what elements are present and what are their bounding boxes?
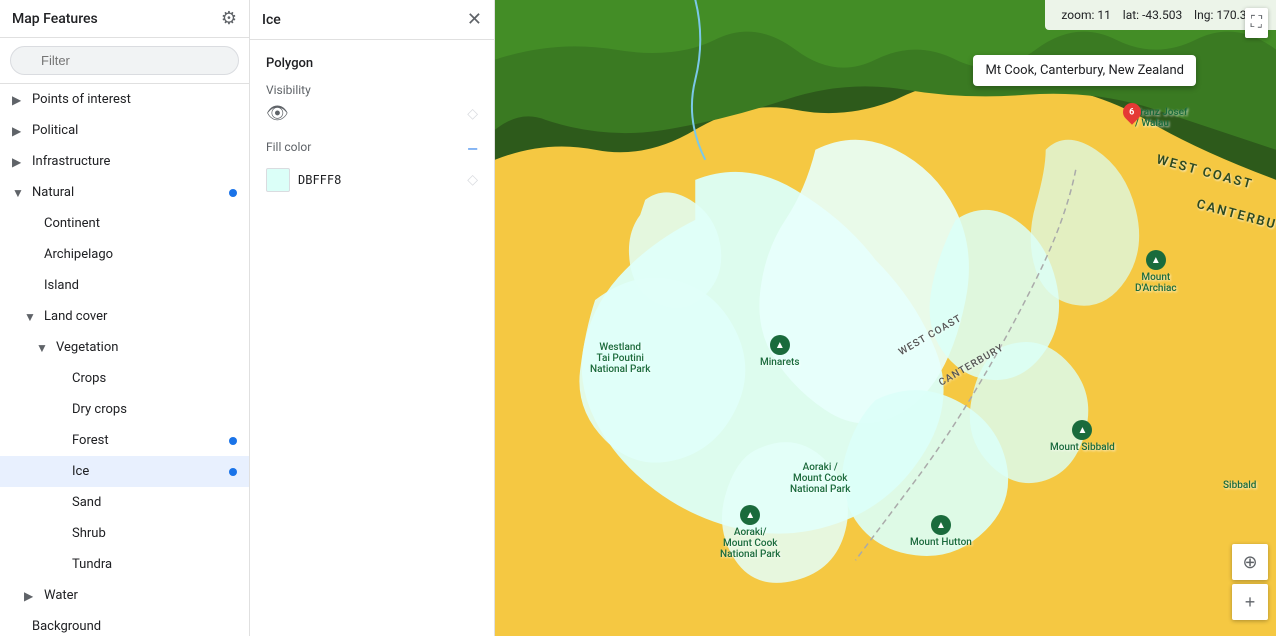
map-area[interactable]: zoom: 11 lat: -43.503 lng: 170.306 Mt Co… (495, 0, 1276, 636)
sidebar-item-label-forest: Forest (72, 433, 237, 448)
sidebar-title: Map Features (12, 11, 98, 27)
sidebar-item-label-sand: Sand (72, 495, 237, 510)
fill-color-label: Fill color (266, 140, 311, 154)
filter-bar: ≡ (0, 38, 249, 84)
sidebar-header: Map Features ⚙ (0, 0, 249, 38)
sidebar-item-label-crops: Crops (72, 371, 237, 386)
filter-wrapper: ≡ (10, 46, 239, 75)
color-swatch-wrapper[interactable]: DBFFF8 (266, 168, 341, 192)
sidebar-item-label-background: Background (32, 619, 237, 634)
sidebar-item-label-political: Political (32, 123, 237, 138)
sidebar-item-shrub[interactable]: Shrub (0, 518, 249, 549)
visibility-label: Visibility (266, 83, 478, 97)
visibility-diamond-icon[interactable]: ◇ (467, 106, 478, 122)
sidebar-item-land-cover[interactable]: ▼ Land cover (0, 301, 249, 332)
sidebar-item-ice[interactable]: Ice (0, 456, 249, 487)
sidebar-item-dry-crops[interactable]: Dry crops (0, 394, 249, 425)
chevron-water-icon: ▶ (24, 589, 36, 603)
sidebar-item-sand[interactable]: Sand (0, 487, 249, 518)
color-swatch[interactable] (266, 168, 290, 192)
zoom-in-button[interactable]: + (1232, 584, 1268, 620)
sidebar: Map Features ⚙ ≡ ▶ Points of interest ▶ Pol… (0, 0, 250, 636)
sidebar-item-label-land-cover: Land cover (44, 309, 237, 324)
gear-icon[interactable]: ⚙ (221, 8, 237, 29)
sidebar-item-infrastructure[interactable]: ▶ Infrastructure (0, 146, 249, 177)
detail-panel: Ice ✕ Polygon Visibility 👁 ◇ Fill color … (250, 0, 495, 636)
sidebar-item-forest[interactable]: Forest (0, 425, 249, 456)
sidebar-item-label-shrub: Shrub (72, 526, 237, 541)
sidebar-item-vegetation[interactable]: ▼ Vegetation (0, 332, 249, 363)
color-row: DBFFF8 ◇ (266, 168, 478, 192)
detail-header: Ice ✕ (250, 0, 494, 40)
color-diamond-icon[interactable]: ◇ (467, 172, 478, 188)
sidebar-item-label-tundra: Tundra (72, 557, 237, 572)
fullscreen-button[interactable]: ⛶ (1245, 8, 1268, 38)
sidebar-item-archipelago[interactable]: Archipelago (0, 239, 249, 270)
fill-color-property: Fill color — DBFFF8 ◇ (266, 140, 478, 192)
dot-ice (229, 468, 237, 476)
sidebar-item-natural[interactable]: ▼ Natural (0, 177, 249, 208)
chevron-political-icon: ▶ (12, 124, 24, 138)
lat-value: -43.503 (1142, 8, 1182, 22)
visibility-controls: 👁 ◇ (266, 103, 478, 124)
sidebar-item-label-island: Island (44, 278, 237, 293)
chevron-natural-icon: ▼ (12, 186, 24, 200)
chevron-points-of-interest-icon: ▶ (12, 93, 24, 107)
sidebar-item-background[interactable]: Background (0, 611, 249, 636)
sidebar-item-label-ice: Ice (72, 464, 237, 479)
map-controls: ⊕ + (1232, 544, 1268, 620)
chevron-land-cover-icon: ▼ (24, 310, 36, 324)
fill-color-minus-icon[interactable]: — (467, 142, 478, 158)
sidebar-item-continent[interactable]: Continent (0, 208, 249, 239)
sidebar-item-label-water: Water (44, 588, 237, 603)
lat-label: lat: (1123, 8, 1139, 22)
visibility-row: Visibility 👁 ◇ (266, 83, 478, 124)
sidebar-item-political[interactable]: ▶ Political (0, 115, 249, 146)
map-stats: zoom: 11 lat: -43.503 lng: 170.306 (1045, 0, 1276, 30)
sidebar-item-points-of-interest[interactable]: ▶ Points of interest (0, 84, 249, 115)
filter-input[interactable] (10, 46, 239, 75)
chevron-infrastructure-icon: ▶ (12, 155, 24, 169)
dot-forest (229, 437, 237, 445)
detail-title: Ice (262, 12, 281, 28)
sidebar-item-label-vegetation: Vegetation (56, 340, 237, 355)
sidebar-item-tundra[interactable]: Tundra (0, 549, 249, 580)
dot-natural (229, 189, 237, 197)
polygon-label: Polygon (266, 56, 478, 71)
lng-label: lng: (1194, 8, 1213, 22)
chevron-vegetation-icon: ▼ (36, 341, 48, 355)
zoom-value: 11 (1097, 8, 1111, 22)
eye-icon[interactable]: 👁 (266, 103, 289, 124)
close-icon[interactable]: ✕ (467, 9, 482, 30)
zoom-label: zoom: (1061, 8, 1094, 22)
detail-body: Polygon Visibility 👁 ◇ Fill color — DBFF… (250, 40, 494, 636)
map-tooltip: Mt Cook, Canterbury, New Zealand (973, 55, 1196, 86)
sidebar-item-label-points-of-interest: Points of interest (32, 92, 237, 107)
sidebar-item-label-archipelago: Archipelago (44, 247, 237, 262)
sidebar-item-label-continent: Continent (44, 216, 237, 231)
sidebar-item-water[interactable]: ▶ Water (0, 580, 249, 611)
sidebar-item-crops[interactable]: Crops (0, 363, 249, 394)
nav-list: ▶ Points of interest ▶ Political ▶ Infrastruc… (0, 84, 249, 636)
sidebar-item-island[interactable]: Island (0, 270, 249, 301)
sidebar-item-label-infrastructure: Infrastructure (32, 154, 237, 169)
location-button[interactable]: ⊕ (1232, 544, 1268, 580)
color-hex: DBFFF8 (298, 173, 341, 187)
sidebar-item-label-dry-crops: Dry crops (72, 402, 237, 417)
fill-color-header: Fill color — (266, 140, 478, 160)
sidebar-item-label-natural: Natural (32, 185, 237, 200)
